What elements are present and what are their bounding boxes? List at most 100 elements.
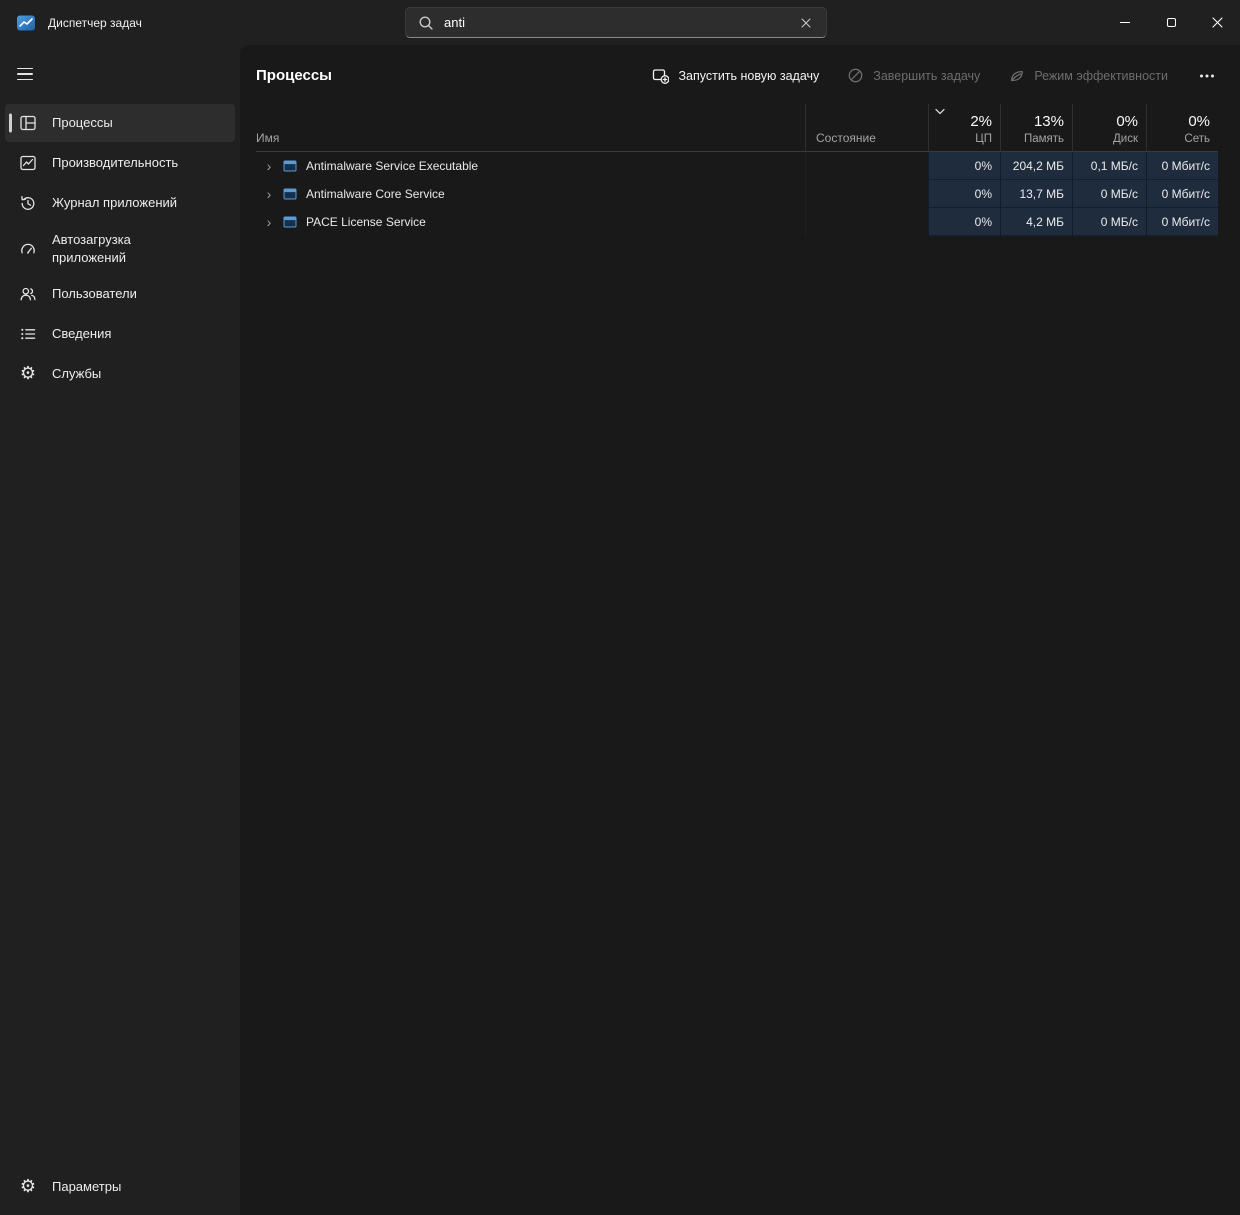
sidebar-item-label: Сведения [52, 326, 112, 342]
process-name: PACE License Service [306, 215, 426, 229]
disk-cell: 0 МБ/с [1072, 180, 1146, 208]
task-manager-window: Диспетчер задач anti Процессы Производит… [0, 0, 1240, 1215]
network-total: 0% [1188, 113, 1210, 130]
window-title: Диспетчер задач [48, 15, 142, 30]
memory-cell: 13,7 МБ [1000, 180, 1072, 208]
memory-total: 13% [1033, 113, 1064, 130]
task-manager-app-icon [16, 13, 36, 33]
process-app-icon [283, 187, 297, 201]
sidebar-item-processes[interactable]: Процессы [5, 104, 235, 142]
memory-cell: 204,2 МБ [1000, 152, 1072, 180]
status-cell [805, 180, 928, 208]
close-button[interactable] [1194, 0, 1240, 45]
column-label: Сеть [1184, 133, 1210, 145]
column-label: Состояние [816, 131, 876, 145]
sidebar-item-performance[interactable]: Производительность [5, 144, 235, 182]
minimize-button[interactable] [1102, 0, 1148, 45]
sidebar-item-label: Службы [52, 366, 102, 382]
maximize-icon [1166, 18, 1176, 27]
network-cell: 0 Мбит/с [1146, 180, 1218, 208]
cpu-cell: 0% [928, 208, 1000, 236]
process-app-icon [283, 159, 297, 173]
network-cell: 0 Мбит/с [1146, 152, 1218, 180]
selection-indicator [9, 113, 12, 133]
search-box[interactable] [405, 7, 827, 38]
main-content: Процессы Запустить новую задачу Завершит… [240, 45, 1240, 1215]
sidebar-item-services[interactable]: ⚙ Службы [5, 355, 235, 393]
expand-chevron[interactable]: › [262, 215, 276, 229]
sidebar-item-label: Автозагрузка приложений [52, 232, 131, 265]
sidebar-item-label: Пользователи [52, 286, 137, 302]
expand-chevron[interactable]: › [262, 159, 276, 173]
toolbar: Запустить новую задачу Завершить задачу [650, 61, 1220, 90]
button-label: Режим эффективности [1034, 68, 1168, 83]
expand-chevron[interactable]: › [262, 187, 276, 201]
startup-icon [18, 239, 38, 259]
disk-cell: 0 МБ/с [1072, 208, 1146, 236]
efficiency-mode-button[interactable]: Режим эффективности [1006, 61, 1170, 90]
settings-gear-icon: ⚙ [19, 1176, 37, 1197]
process-name: Antimalware Service Executable [306, 159, 479, 173]
search-input[interactable] [444, 15, 796, 30]
cpu-cell: 0% [928, 152, 1000, 180]
table-row[interactable]: › Antimalware Core Service 0% 13,7 МБ 0 … [256, 180, 1218, 208]
new-task-icon [652, 67, 670, 84]
titlebar: Диспетчер задач [0, 0, 1240, 45]
page-header: Процессы Запустить новую задачу Завершит… [240, 45, 1240, 104]
performance-icon [18, 153, 38, 173]
column-header-name[interactable]: Имя [256, 104, 805, 151]
table-header: Имя Состояние 2% ЦП 13% Память 0% Диск 0… [256, 104, 1218, 152]
process-name-cell: › PACE License Service [256, 208, 805, 236]
sidebar-item-label: Журнал приложений [52, 195, 178, 211]
page-title: Процессы [256, 67, 332, 84]
sidebar-item-label: Параметры [52, 1179, 122, 1195]
search-icon [418, 15, 434, 31]
status-cell [805, 152, 928, 180]
sidebar: Процессы Производительность Журнал прило… [0, 45, 240, 1215]
cpu-total: 2% [970, 113, 992, 130]
end-task-button[interactable]: Завершить задачу [845, 61, 982, 90]
network-cell: 0 Мбит/с [1146, 208, 1218, 236]
clear-search-button[interactable] [796, 15, 816, 31]
minimize-icon [1120, 22, 1130, 23]
disk-total: 0% [1116, 113, 1138, 130]
app-history-icon [18, 193, 38, 213]
column-label: Имя [256, 131, 280, 145]
services-icon: ⚙ [19, 363, 37, 385]
sidebar-item-users[interactable]: Пользователи [5, 275, 235, 313]
details-icon [18, 324, 38, 344]
column-header-memory[interactable]: 13% Память [1000, 104, 1072, 151]
maximize-button[interactable] [1148, 0, 1194, 45]
process-name-cell: › Antimalware Core Service [256, 180, 805, 208]
run-new-task-button[interactable]: Запустить новую задачу [650, 61, 821, 90]
sidebar-item-label: Процессы [52, 115, 113, 131]
button-label: Завершить задачу [873, 68, 981, 83]
column-header-status[interactable]: Состояние [805, 104, 928, 151]
sort-chevron-icon [935, 108, 945, 115]
button-label: Запустить новую задачу [678, 68, 820, 83]
menu-button[interactable] [7, 57, 47, 91]
sidebar-item-startup-apps[interactable]: Автозагрузка приложений [5, 224, 235, 273]
process-name-cell: › Antimalware Service Executable [256, 152, 805, 180]
sidebar-item-app-history[interactable]: Журнал приложений [5, 184, 235, 222]
status-cell [805, 208, 928, 236]
leaf-icon [1008, 67, 1025, 84]
sidebar-item-label: Производительность [52, 155, 179, 171]
ellipsis-icon [1200, 74, 1214, 77]
column-header-cpu[interactable]: 2% ЦП [928, 104, 1000, 151]
more-options-button[interactable] [1194, 62, 1220, 90]
hamburger-icon [17, 67, 33, 70]
column-label: ЦП [975, 133, 992, 145]
column-header-network[interactable]: 0% Сеть [1146, 104, 1218, 151]
column-header-disk[interactable]: 0% Диск [1072, 104, 1146, 151]
sidebar-item-settings[interactable]: ⚙ Параметры [5, 1168, 235, 1206]
sidebar-item-details[interactable]: Сведения [5, 315, 235, 353]
process-app-icon [283, 215, 297, 229]
table-row[interactable]: › Antimalware Service Executable 0% 204,… [256, 152, 1218, 180]
processes-icon [18, 113, 38, 133]
memory-cell: 4,2 МБ [1000, 208, 1072, 236]
table-row[interactable]: › PACE License Service 0% 4,2 МБ 0 МБ/с … [256, 208, 1218, 236]
users-icon [18, 284, 38, 304]
window-controls [1102, 0, 1240, 45]
